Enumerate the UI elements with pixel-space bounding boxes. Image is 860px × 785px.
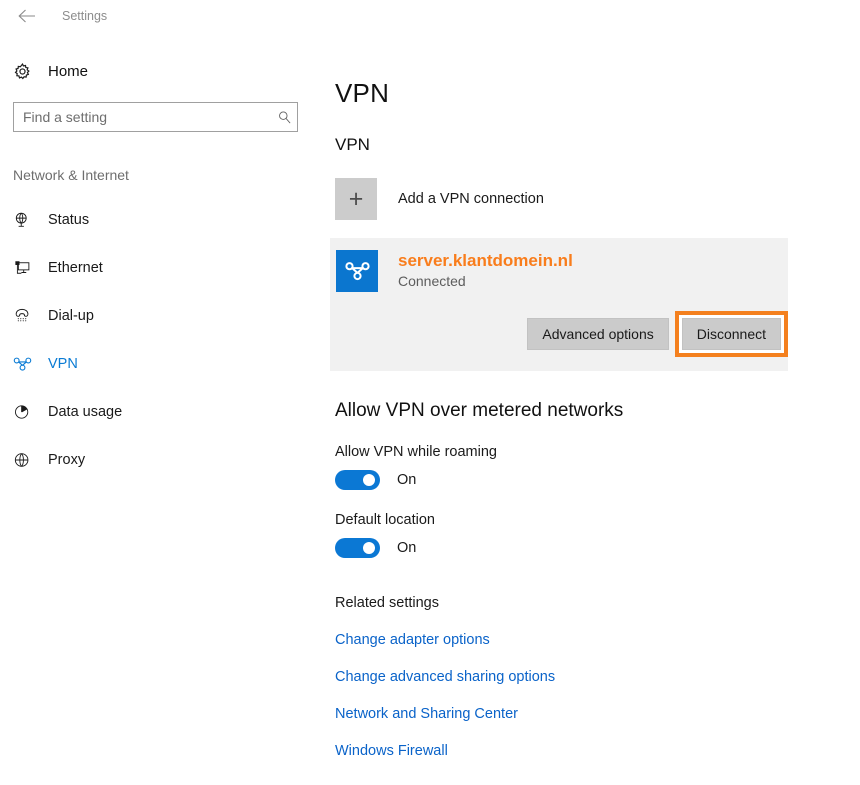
vpn-icon bbox=[13, 354, 37, 374]
plus-icon: + bbox=[335, 178, 377, 220]
related-settings-title: Related settings bbox=[335, 595, 439, 611]
sidebar-item-data-usage[interactable]: Data usage bbox=[0, 388, 330, 436]
toggle-knob bbox=[363, 474, 375, 486]
roaming-setting-label: Allow VPN while roaming bbox=[335, 444, 497, 460]
page-title: VPN bbox=[335, 78, 390, 108]
roaming-toggle[interactable] bbox=[335, 470, 380, 490]
back-arrow-icon bbox=[17, 8, 37, 24]
advanced-options-button[interactable]: Advanced options bbox=[527, 318, 669, 350]
sidebar-nav: Status Ethernet Dial-up VPN Data usage P… bbox=[0, 196, 330, 484]
search-input[interactable] bbox=[14, 104, 271, 130]
link-change-adapter-options[interactable]: Change adapter options bbox=[335, 632, 490, 648]
vpn-connection-status: Connected bbox=[398, 273, 466, 290]
pie-chart-icon bbox=[13, 402, 37, 422]
default-location-toggle-row: On bbox=[335, 538, 860, 558]
default-location-toggle-state: On bbox=[397, 540, 417, 556]
metered-networks-title: Allow VPN over metered networks bbox=[335, 400, 624, 421]
link-windows-firewall[interactable]: Windows Firewall bbox=[335, 743, 448, 759]
vpn-connection-header: server.klantdomein.nl Connected bbox=[330, 250, 788, 292]
globe-icon bbox=[13, 450, 37, 470]
sidebar-item-label: Status bbox=[48, 212, 90, 228]
link-change-advanced-sharing-options[interactable]: Change advanced sharing options bbox=[335, 669, 555, 685]
search-icon[interactable] bbox=[271, 110, 297, 125]
disconnect-highlight-box: Disconnect bbox=[674, 311, 788, 357]
vpn-connection-name: server.klantdomein.nl bbox=[398, 251, 573, 270]
main-content: VPN VPN + Add a VPN connection server.kl… bbox=[330, 32, 860, 759]
default-location-toggle[interactable] bbox=[335, 538, 380, 558]
add-vpn-connection-label: Add a VPN connection bbox=[398, 191, 544, 207]
roaming-toggle-row: On bbox=[335, 470, 860, 490]
plus-glyph: + bbox=[348, 184, 364, 213]
gear-icon bbox=[13, 62, 39, 81]
vpn-connection-icon bbox=[336, 250, 378, 292]
sidebar-item-status[interactable]: Status bbox=[0, 196, 330, 244]
window-title: Settings bbox=[62, 9, 108, 23]
sidebar: Home Network & Internet bbox=[0, 32, 330, 484]
vpn-connection-meta: server.klantdomein.nl Connected bbox=[398, 250, 573, 289]
sidebar-home-label: Home bbox=[48, 62, 89, 80]
sidebar-item-ethernet[interactable]: Ethernet bbox=[0, 244, 330, 292]
title-bar: Settings bbox=[0, 0, 860, 32]
search-box[interactable] bbox=[13, 102, 298, 132]
sidebar-item-vpn[interactable]: VPN bbox=[0, 340, 330, 388]
default-location-setting-label: Default location bbox=[335, 512, 435, 528]
app-shell: Home Network & Internet bbox=[0, 32, 860, 759]
back-button[interactable] bbox=[10, 3, 44, 29]
sidebar-item-proxy[interactable]: Proxy bbox=[0, 436, 330, 484]
vpn-connection-actions: Advanced options Disconnect bbox=[330, 311, 788, 357]
add-vpn-connection-button[interactable]: + Add a VPN connection bbox=[335, 178, 860, 220]
sidebar-item-dial-up[interactable]: Dial-up bbox=[0, 292, 330, 340]
phone-icon bbox=[13, 306, 37, 326]
link-network-and-sharing-center[interactable]: Network and Sharing Center bbox=[335, 706, 518, 722]
disconnect-button[interactable]: Disconnect bbox=[681, 318, 781, 350]
ethernet-icon bbox=[13, 258, 37, 278]
section-title-vpn: VPN bbox=[335, 135, 370, 154]
sidebar-item-label: Data usage bbox=[48, 404, 123, 420]
vpn-connection-card[interactable]: server.klantdomein.nl Connected Advanced… bbox=[330, 238, 788, 371]
toggle-knob bbox=[363, 542, 375, 554]
sidebar-item-label: Ethernet bbox=[48, 260, 103, 276]
sidebar-item-label: VPN bbox=[48, 356, 78, 372]
roaming-toggle-state: On bbox=[397, 472, 417, 488]
sidebar-item-home[interactable]: Home bbox=[0, 54, 330, 88]
sidebar-item-label: Dial-up bbox=[48, 308, 94, 324]
sidebar-item-label: Proxy bbox=[48, 452, 86, 468]
globe-status-icon bbox=[13, 210, 37, 230]
sidebar-group-title: Network & Internet bbox=[13, 167, 129, 183]
